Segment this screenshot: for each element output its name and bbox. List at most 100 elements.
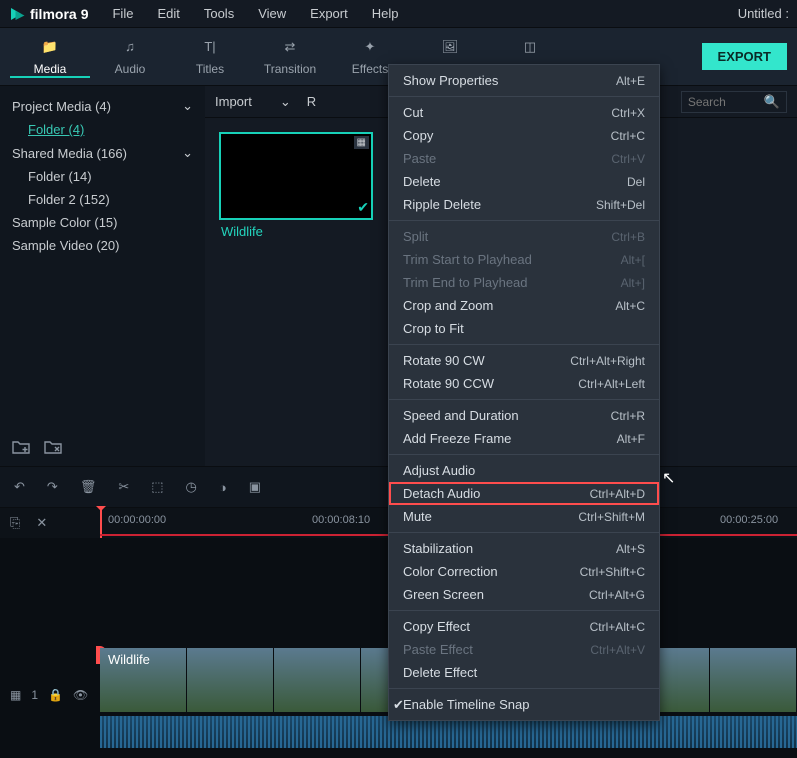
menu-help[interactable]: Help	[360, 6, 411, 21]
tree-item[interactable]: Folder 2 (152)	[0, 188, 205, 211]
ctx-paste-effect: Paste EffectCtrl+Alt+V	[389, 638, 659, 661]
shortcut: Ctrl+Alt+D	[590, 487, 645, 501]
track-header: ▦ 1 🔒 👁	[0, 688, 98, 702]
shortcut: Ctrl+R	[611, 409, 645, 423]
shortcut: Alt+[	[621, 253, 645, 267]
ctx-paste: PasteCtrl+V	[389, 147, 659, 170]
tab-media[interactable]: 📁Media	[10, 36, 90, 78]
tree-item[interactable]: Sample Color (15)	[0, 211, 205, 234]
time-marker: 00:00:25:00	[720, 514, 778, 526]
note-icon: ♫	[125, 36, 135, 58]
tab-titles[interactable]: T|Titles	[170, 36, 250, 76]
shortcut: Alt+E	[616, 74, 645, 88]
tab-transition[interactable]: ⇄Transition	[250, 36, 330, 76]
mouse-cursor-icon: ↖	[662, 468, 675, 488]
tab-audio[interactable]: ♫Audio	[90, 36, 170, 76]
shortcut: Ctrl+Shift+M	[578, 510, 645, 524]
ctx-delete-effect[interactable]: Delete Effect	[389, 661, 659, 684]
shortcut: Ctrl+Alt+Right	[570, 354, 645, 368]
tab-image[interactable]: 🖼	[410, 36, 490, 58]
ctx-stabilization[interactable]: StabilizationAlt+S	[389, 537, 659, 560]
import-dropdown[interactable]: Import ⌄	[215, 94, 291, 110]
chevron-down-icon: ⌄	[280, 94, 291, 110]
tree-item[interactable]: Shared Media (166)⌄	[0, 141, 205, 165]
project-title: Untitled :	[738, 6, 789, 21]
menu-file[interactable]: File	[100, 6, 145, 21]
ctx-cut[interactable]: CutCtrl+X	[389, 101, 659, 124]
speed-icon[interactable]: ◷	[186, 479, 197, 495]
ctx-adjust-audio[interactable]: Adjust Audio	[389, 459, 659, 482]
ctx-mute[interactable]: MuteCtrl+Shift+M	[389, 505, 659, 528]
redo-icon[interactable]: ↷	[47, 479, 58, 495]
track-type-icon: ▦	[10, 688, 21, 702]
shortcut: Ctrl+Shift+C	[580, 565, 645, 579]
new-folder-icon[interactable]	[12, 439, 30, 458]
clip-name: Wildlife	[221, 224, 371, 239]
record-button[interactable]: R	[307, 94, 316, 109]
chevron-down-icon: ⌄	[182, 145, 193, 161]
export-button[interactable]: EXPORT	[702, 43, 787, 70]
ctx-enable-timeline-snap[interactable]: ✔Enable Timeline Snap	[389, 693, 659, 716]
magnet-icon[interactable]: ✕	[36, 515, 47, 531]
tree-item[interactable]: Folder (14)	[0, 165, 205, 188]
shortcut: Ctrl+V	[611, 152, 645, 166]
ctx-delete[interactable]: DeleteDel	[389, 170, 659, 193]
undo-icon[interactable]: ↶	[14, 479, 25, 495]
shortcut: Alt+]	[621, 276, 645, 290]
menu-edit[interactable]: Edit	[145, 6, 191, 21]
lock-icon[interactable]: 🔒	[48, 688, 63, 702]
track-number: 1	[31, 688, 38, 702]
ctx-crop-and-zoom[interactable]: Crop and ZoomAlt+C	[389, 294, 659, 317]
tree-item[interactable]: Folder (4)	[0, 118, 205, 141]
shortcut: Alt+S	[616, 542, 645, 556]
split-icon: ◫	[524, 36, 536, 58]
media-sidebar: Project Media (4)⌄Folder (4)Shared Media…	[0, 86, 205, 466]
ctx-add-freeze-frame[interactable]: Add Freeze FrameAlt+F	[389, 427, 659, 450]
filmora-logo-icon	[8, 5, 26, 23]
search-box[interactable]: 🔍	[681, 91, 787, 113]
media-clip[interactable]: ▦✔Wildlife	[221, 134, 371, 239]
title-bar: filmora9 FileEditToolsViewExportHelp Unt…	[0, 0, 797, 28]
ctx-speed-and-duration[interactable]: Speed and DurationCtrl+R	[389, 404, 659, 427]
shortcut: Ctrl+Alt+G	[589, 588, 645, 602]
split-icon[interactable]: ✂	[118, 479, 129, 495]
tree-item[interactable]: Sample Video (20)	[0, 234, 205, 257]
ctx-rotate-90-ccw[interactable]: Rotate 90 CCWCtrl+Alt+Left	[389, 372, 659, 395]
check-icon: ✔	[393, 697, 404, 713]
ctx-trim-end-to-playhead: Trim End to PlayheadAlt+]	[389, 271, 659, 294]
add-marker-icon[interactable]: ⎘	[10, 515, 20, 531]
ctx-rotate-90-cw[interactable]: Rotate 90 CWCtrl+Alt+Right	[389, 349, 659, 372]
ctx-color-correction[interactable]: Color CorrectionCtrl+Shift+C	[389, 560, 659, 583]
chevron-down-icon: ⌄	[182, 98, 193, 114]
shortcut: Ctrl+X	[611, 106, 645, 120]
ctx-split: SplitCtrl+B	[389, 225, 659, 248]
delete-folder-icon[interactable]	[44, 439, 62, 458]
color-icon[interactable]: ◑	[219, 480, 227, 495]
menu-export[interactable]: Export	[298, 6, 360, 21]
shortcut: Alt+C	[615, 299, 645, 313]
ctx-copy-effect[interactable]: Copy EffectCtrl+Alt+C	[389, 615, 659, 638]
crop-icon[interactable]: ⬚	[151, 479, 163, 495]
ctx-copy[interactable]: CopyCtrl+C	[389, 124, 659, 147]
menu-view[interactable]: View	[246, 6, 298, 21]
search-input[interactable]	[688, 95, 758, 109]
shortcut: Ctrl+B	[611, 230, 645, 244]
ctx-show-properties[interactable]: Show PropertiesAlt+E	[389, 69, 659, 92]
ctx-detach-audio[interactable]: Detach AudioCtrl+Alt+D	[389, 482, 659, 505]
check-icon: ✔	[357, 199, 369, 216]
ctx-crop-to-fit[interactable]: Crop to Fit	[389, 317, 659, 340]
context-menu: Show PropertiesAlt+ECutCtrl+XCopyCtrl+CP…	[388, 64, 660, 721]
search-icon: 🔍	[764, 94, 780, 110]
green-screen-icon[interactable]: ▣	[249, 479, 261, 495]
ctx-ripple-delete[interactable]: Ripple DeleteShift+Del	[389, 193, 659, 216]
delete-icon[interactable]: 🗑	[80, 479, 97, 495]
time-marker: 00:00:08:10	[312, 514, 370, 526]
shortcut: Ctrl+C	[611, 129, 645, 143]
sparkle-icon: ✦	[365, 36, 376, 58]
ctx-green-screen[interactable]: Green ScreenCtrl+Alt+G	[389, 583, 659, 606]
visibility-icon[interactable]: 👁	[73, 688, 88, 702]
shortcut: Ctrl+Alt+V	[590, 643, 645, 657]
tree-item[interactable]: Project Media (4)⌄	[0, 94, 205, 118]
tab-split[interactable]: ◫	[490, 36, 570, 58]
menu-tools[interactable]: Tools	[192, 6, 246, 21]
